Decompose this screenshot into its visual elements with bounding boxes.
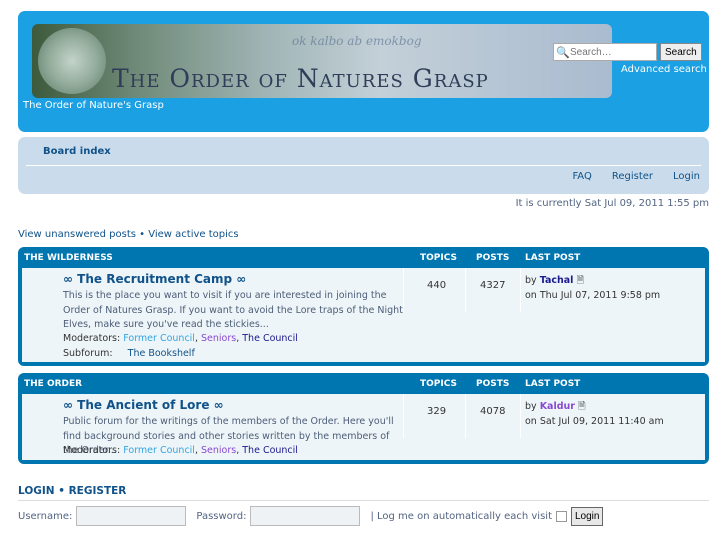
- posts-header: POSTS: [476, 379, 510, 389]
- site-banner[interactable]: ok kalbo ab emokbog The Order of Natures…: [32, 24, 612, 98]
- last-post-header: LAST POST: [525, 379, 581, 389]
- search-box: 🔍 Search: [553, 43, 702, 61]
- posts-count: 4327: [480, 280, 506, 291]
- moderator-link[interactable]: Former Council: [123, 333, 195, 344]
- category-the-order: THE ORDER TOPICS POSTS LAST POST ∞ The A…: [18, 373, 709, 464]
- login-button[interactable]: Login: [571, 506, 604, 526]
- moderator-link[interactable]: The Council: [242, 445, 298, 456]
- login-link[interactable]: Login: [673, 171, 700, 182]
- search-button[interactable]: Search: [660, 43, 702, 61]
- autologin-label: | Log me on automatically each visit: [370, 510, 552, 522]
- moderators: Moderators: Former Council, Seniors, The…: [63, 445, 298, 456]
- last-post-date: on Thu Jul 07, 2011 9:58 pm: [525, 290, 661, 301]
- active-topics-link[interactable]: View active topics: [148, 229, 238, 240]
- forum-row: ∞ The Ancient of Lore ∞ Public forum for…: [22, 394, 705, 460]
- posts-header: POSTS: [476, 253, 510, 263]
- moderator-link[interactable]: The Council: [242, 333, 298, 344]
- last-post-header: LAST POST: [525, 253, 581, 263]
- last-post-author[interactable]: Kaldur: [540, 401, 575, 412]
- last-post: by Kaldur 🗎 on Sat Jul 09, 2011 11:40 am: [525, 401, 664, 427]
- last-post: by Tachal 🗎 on Thu Jul 07, 2011 9:58 pm: [525, 275, 661, 301]
- forum-title[interactable]: ∞ The Recruitment Camp ∞: [63, 272, 246, 286]
- topics-header: TOPICS: [420, 253, 457, 263]
- view-latest-post-icon[interactable]: 🗎: [578, 401, 586, 412]
- last-post-author[interactable]: Tachal: [540, 275, 574, 286]
- topics-header: TOPICS: [420, 379, 457, 389]
- username-input[interactable]: [76, 506, 187, 526]
- navbar: Board index FAQ Register Login: [18, 137, 709, 194]
- login-heading-link[interactable]: LOGIN: [18, 485, 55, 497]
- unanswered-posts-link[interactable]: View unanswered posts: [18, 229, 136, 240]
- current-time: It is currently Sat Jul 09, 2011 1:55 pm: [515, 198, 709, 209]
- faq-link[interactable]: FAQ: [572, 171, 591, 182]
- divider: [26, 165, 701, 166]
- category-wilderness: THE WILDERNESS TOPICS POSTS LAST POST ∞ …: [18, 247, 709, 366]
- username-label: Username:: [18, 510, 73, 522]
- moderator-link[interactable]: Seniors: [201, 333, 236, 344]
- subforums: Subforum: The Bookshelf: [63, 348, 195, 359]
- quick-links: View unanswered posts • View active topi…: [18, 229, 239, 240]
- topics-count: 440: [427, 280, 447, 291]
- site-description: The Order of Nature's Grasp: [23, 100, 164, 111]
- topics-count: 329: [427, 406, 447, 417]
- banner-title: The Order of Natures Grasp: [112, 64, 489, 93]
- subforum-link[interactable]: The Bookshelf: [128, 348, 195, 359]
- board-index-link[interactable]: Board index: [43, 146, 111, 157]
- search-icon: 🔍: [556, 46, 570, 59]
- register-heading-link[interactable]: REGISTER: [69, 485, 127, 497]
- separator: •: [139, 229, 146, 240]
- forum-description: This is the place you want to visit if y…: [63, 290, 403, 330]
- last-post-date: on Sat Jul 09, 2011 11:40 am: [525, 416, 664, 427]
- category-title[interactable]: THE ORDER: [24, 379, 82, 389]
- password-label: Password:: [196, 510, 247, 522]
- moderator-link[interactable]: Former Council: [123, 445, 195, 456]
- tree-logo-icon: [38, 28, 106, 94]
- posts-count: 4078: [480, 406, 506, 417]
- login-header: LOGIN • REGISTER: [18, 485, 709, 501]
- forum-title[interactable]: ∞ The Ancient of Lore ∞: [63, 398, 224, 412]
- moderator-link[interactable]: Seniors: [201, 445, 236, 456]
- view-latest-post-icon[interactable]: 🗎: [576, 275, 584, 286]
- site-header: ok kalbo ab emokbog The Order of Natures…: [18, 11, 709, 132]
- forum-row: ∞ The Recruitment Camp ∞ This is the pla…: [22, 268, 705, 362]
- category-title[interactable]: THE WILDERNESS: [24, 253, 113, 263]
- autologin-checkbox[interactable]: [556, 510, 567, 522]
- banner-script: ok kalbo ab emokbog: [292, 34, 422, 48]
- register-link[interactable]: Register: [612, 171, 653, 182]
- password-input[interactable]: [250, 506, 361, 526]
- login-form: Username: Password: | Log me on automati…: [18, 506, 604, 526]
- moderators: Moderators: Former Council, Seniors, The…: [63, 333, 298, 344]
- advanced-search-link[interactable]: Advanced search: [621, 64, 707, 75]
